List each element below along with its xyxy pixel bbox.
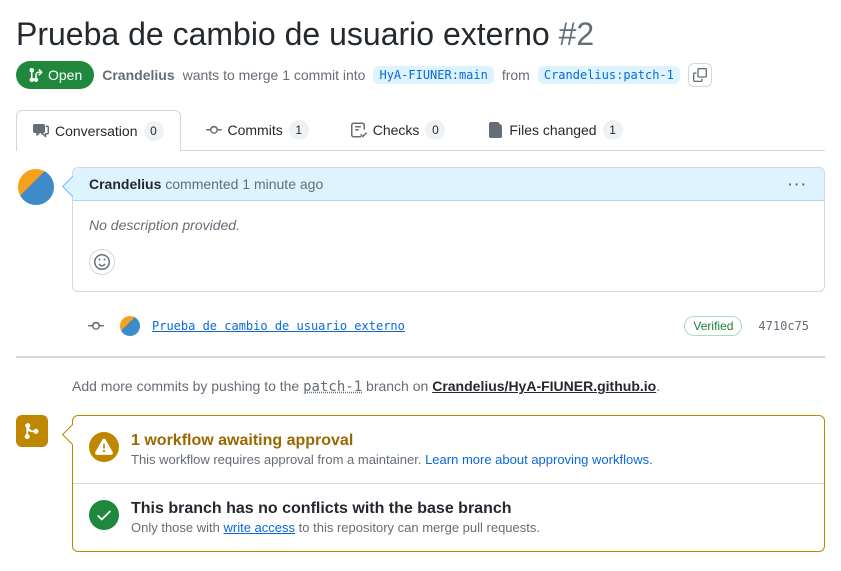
comment-action: commented 1 minute ago [165,176,323,192]
write-access-link[interactable]: write access [224,520,296,535]
merge-text-2: from [502,67,530,83]
tab-commits[interactable]: Commits 1 [189,109,326,150]
conflicts-desc-prefix: Only those with [131,520,220,535]
alert-icon [95,438,113,456]
tab-checks-count: 0 [425,120,445,140]
git-pull-request-icon [28,67,44,83]
tab-conversation[interactable]: Conversation 0 [16,110,181,151]
workflow-desc-text: This workflow requires approval from a m… [131,452,421,467]
workflow-title: 1 workflow awaiting approval [131,432,653,450]
head-ref[interactable]: Crandelius:patch-1 [538,66,680,84]
add-reaction-button[interactable] [89,249,115,275]
copy-branch-button[interactable] [688,63,712,87]
workflow-approval-section: 1 workflow awaiting approval This workfl… [73,416,824,484]
comment-box: Crandelius commented 1 minute ago ··· No… [72,167,825,292]
workflow-desc: This workflow requires approval from a m… [131,452,653,467]
conflicts-desc-suffix: to this repository can merge pull reques… [299,520,540,535]
state-label: Open [48,67,82,83]
pr-number: #2 [559,16,595,52]
tab-files-label: Files changed [509,122,596,138]
learn-more-link[interactable]: Learn more about approving workflows. [425,452,653,467]
comment-author[interactable]: Crandelius [89,176,161,192]
comment-header: Crandelius commented 1 minute ago ··· [73,168,824,201]
git-commit-icon [206,122,222,138]
alert-icon-wrap [89,432,119,462]
push-hint-branch: patch-1 [303,379,362,395]
push-hint: Add more commits by pushing to the patch… [72,378,825,395]
conflicts-section: This branch has no conflicts with the ba… [73,484,824,551]
git-commit-icon [88,318,104,334]
conflicts-desc: Only those with write access to this rep… [131,520,540,535]
tabnav: Conversation 0 Commits 1 Checks 0 Files … [16,109,825,151]
pr-title-text: Prueba de cambio de usuario externo [16,16,550,52]
copy-icon [693,68,707,82]
merge-area: 1 workflow awaiting approval This workfl… [16,415,825,552]
tab-conversation-label: Conversation [55,123,138,139]
push-hint-middle: branch on [366,378,428,394]
comment-menu-button[interactable]: ··· [788,176,808,192]
commit-avatar[interactable] [120,316,140,336]
check-icon [95,506,113,524]
tab-checks[interactable]: Checks 0 [334,109,463,150]
base-ref[interactable]: HyA-FIUNER:main [373,66,493,84]
push-hint-repo-link[interactable]: Crandelius/HyA-FIUNER.github.io [432,378,656,394]
comment-body: No description provided. [73,201,824,249]
check-icon-wrap [89,500,119,530]
tab-commits-count: 1 [289,120,309,140]
checklist-icon [351,122,367,138]
timeline: Crandelius commented 1 minute ago ··· No… [16,167,825,344]
tab-checks-label: Checks [373,122,420,138]
tab-commits-label: Commits [228,122,283,138]
commit-row: Prueba de cambio de usuario externo Veri… [72,308,825,344]
merge-status-icon-box [16,415,48,447]
divider [16,356,825,358]
git-merge-icon [23,422,41,440]
tab-files-count: 1 [603,120,623,140]
conflicts-title: This branch has no conflicts with the ba… [131,500,540,518]
state-badge-open: Open [16,61,94,89]
tab-files-changed[interactable]: Files changed 1 [470,109,639,150]
file-diff-icon [487,122,503,138]
pr-title: Prueba de cambio de usuario externo #2 [16,16,825,53]
comment-discussion-icon [33,123,49,139]
commit-sha[interactable]: 4710c75 [758,319,809,333]
commit-message-link[interactable]: Prueba de cambio de usuario externo [152,319,405,333]
push-hint-prefix: Add more commits by pushing to the [72,378,299,394]
merge-text-1: wants to merge 1 commit into [183,67,366,83]
smiley-icon [94,254,110,270]
verified-badge[interactable]: Verified [684,316,742,336]
avatar[interactable] [16,167,56,207]
merge-box: 1 workflow awaiting approval This workfl… [72,415,825,552]
pr-author[interactable]: Crandelius [102,67,174,83]
tab-conversation-count: 0 [144,121,164,141]
pr-meta-row: Open Crandelius wants to merge 1 commit … [16,61,825,89]
